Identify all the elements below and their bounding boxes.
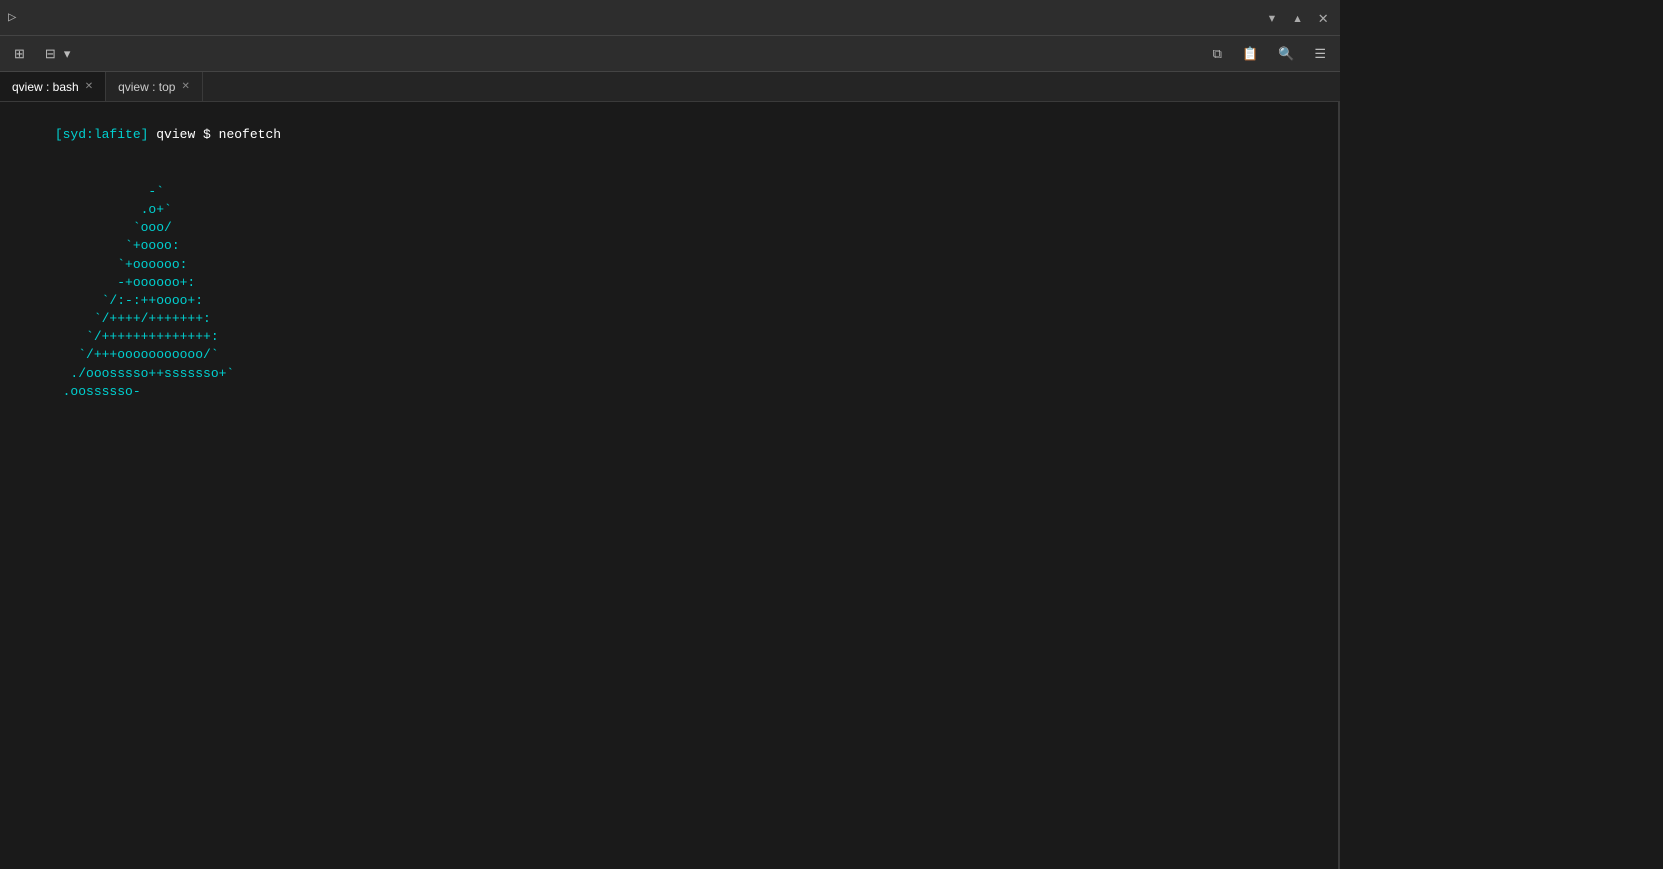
title-bar-left: ▷ xyxy=(8,9,16,26)
new-tab-button[interactable]: ⊞ xyxy=(8,44,35,64)
toolbar: ⊞ ⊟ ▾ ⧉ 📋 🔍 ☰ xyxy=(0,36,1340,72)
tab-top[interactable]: qview : top ✕ xyxy=(106,72,203,101)
minimize-button[interactable]: ▾ xyxy=(1263,6,1281,30)
tab-bash-label: qview : bash xyxy=(12,80,79,94)
prompt-1: [syd:lafite] xyxy=(55,127,149,142)
neofetch-logo: -` .o+` `ooo/ `+oooo: `+oooooo: -+oooooo… xyxy=(8,165,298,401)
find-button[interactable]: 🔍 xyxy=(1272,44,1304,64)
terminal-content: [syd:lafite] qview $ neofetch -` .o+` `o… xyxy=(0,102,1340,869)
prompt-line-1: [syd:lafite] qview $ neofetch xyxy=(8,108,1330,163)
split-view-chevron: ▾ xyxy=(64,46,71,62)
title-bar: ▷ ▾ ▴ ✕ xyxy=(0,0,1340,36)
tab-top-close[interactable]: ✕ xyxy=(181,81,189,92)
tab-bash-close[interactable]: ✕ xyxy=(85,81,93,92)
hamburger-button[interactable]: ☰ xyxy=(1308,44,1332,64)
neofetch-output: -` .o+` `ooo/ `+oooo: `+oooooo: -+oooooo… xyxy=(8,165,1330,401)
hamburger-icon: ☰ xyxy=(1314,46,1326,62)
maximize-button[interactable]: ▴ xyxy=(1289,6,1307,30)
copy-icon: ⧉ xyxy=(1213,46,1222,62)
cmd-1: qview $ neofetch xyxy=(148,127,281,142)
new-tab-icon: ⊞ xyxy=(14,46,25,62)
tab-bar: qview : bash ✕ qview : top ✕ xyxy=(0,72,1340,102)
paste-icon: 📋 xyxy=(1242,46,1258,62)
split-view-icon: ⊟ xyxy=(45,46,56,62)
tab-top-label: qview : top xyxy=(118,80,175,94)
tab-bash[interactable]: qview : bash ✕ xyxy=(0,72,106,101)
app-icon: ▷ xyxy=(8,9,16,26)
find-icon: 🔍 xyxy=(1278,46,1294,62)
close-button[interactable]: ✕ xyxy=(1314,6,1332,30)
copy-button[interactable]: ⧉ xyxy=(1207,44,1232,64)
title-bar-right: ▾ ▴ ✕ xyxy=(1263,6,1332,30)
paste-button[interactable]: 📋 xyxy=(1236,44,1268,64)
split-view-button[interactable]: ⊟ ▾ xyxy=(39,44,76,64)
